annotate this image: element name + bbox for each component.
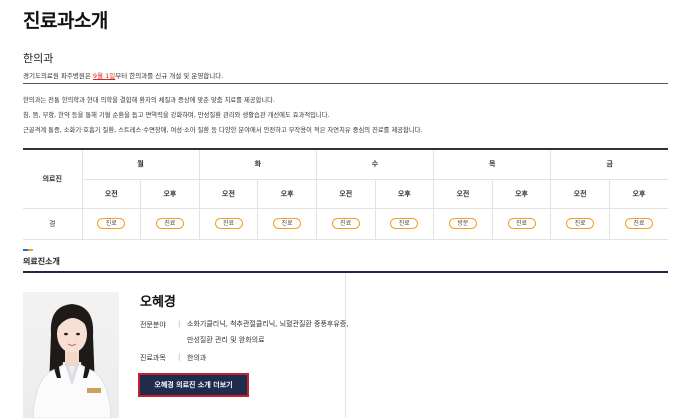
schedule-badge: 진료 [331, 218, 360, 229]
schedule-badge: 진료 [155, 218, 184, 229]
department-description-1: 한의과는 전통 한의학과 현대 의학을 결합해 환자의 체질과 증상에 맞춘 맞… [23, 97, 275, 104]
notice-suffix: 부터 한의과를 신규 개설 및 운영합니다. [115, 72, 224, 80]
info-separator: | [178, 353, 181, 361]
schedule-table: 의료진 월 화 수 목 금 오전 오후 오전 오후 오전 오후 오전 오후 오전… [23, 148, 669, 240]
page-title: 진료과소개 [23, 10, 108, 32]
schedule-doctor-name: 경 [23, 207, 82, 240]
schedule-day-header: 수 [315, 148, 434, 180]
schedule-pm-header: 오후 [491, 178, 551, 209]
schedule-badge: 진료 [97, 218, 126, 229]
schedule-am-header: 오전 [433, 178, 493, 209]
schedule-am-header: 오전 [550, 178, 610, 209]
section-accent-bar [23, 249, 33, 251]
schedule-badge: 진료 [507, 218, 536, 229]
notice-date: 9월 1일 [92, 72, 116, 80]
notice-divider [23, 83, 668, 84]
schedule-am-header: 오전 [198, 178, 258, 209]
staff-section-label: 의료진소개 [23, 257, 60, 266]
schedule-day-header: 월 [81, 148, 200, 180]
doctor-photo [23, 292, 119, 418]
schedule-day-header: 화 [198, 148, 317, 180]
department-description-2: 침, 뜸, 부항, 한약 등을 통해 기혈 순환을 돕고 면역력을 강화하며, … [23, 112, 330, 119]
department-title: 한의과 [23, 52, 54, 65]
department-value: 한의과 [187, 354, 207, 362]
schedule-day-header: 목 [433, 148, 551, 180]
schedule-badge: 진료 [566, 218, 595, 229]
schedule-badge: 진료 [273, 218, 302, 229]
table-row: 경 진료 진료 진료 진료 진료 진료 방문 진료 진료 진료 [23, 207, 669, 240]
schedule-pm-header: 오후 [140, 178, 200, 209]
specialty-label: 전문분야 [140, 321, 166, 329]
schedule-doctor-header: 의료진 [23, 148, 83, 209]
schedule-badge: 진료 [214, 218, 243, 229]
doctor-name: 오혜경 [140, 295, 176, 310]
department-description-3: 근골격계 통증, 소화기·호흡기 질환, 스트레스·수면장애, 여성·소아 질환… [23, 127, 423, 134]
schedule-badge: 진료 [390, 218, 419, 229]
info-separator: | [178, 320, 181, 328]
schedule-pm-header: 오후 [374, 178, 434, 209]
schedule-pm-header: 오후 [257, 178, 317, 209]
schedule-badge: 진료 [624, 218, 653, 229]
department-notice: 경기도의료원 파주병원은 9월 1일부터 한의과를 신규 개설 및 운영합니다. [23, 70, 223, 80]
schedule-am-header: 오전 [315, 178, 375, 209]
specialty-value: 소화기클리닉, 척추관절클리닉, 뇌혈관질환 중풍후유증, 만성질환 관리 및 … [187, 320, 349, 344]
doctor-more-button[interactable]: 오혜경 의료진 소개 더보기 [138, 373, 249, 397]
department-label: 진료과목 [140, 354, 166, 362]
schedule-am-header: 오전 [81, 178, 141, 209]
notice-prefix: 경기도의료원 파주병원은 [23, 72, 93, 80]
schedule-pm-header: 오후 [608, 178, 669, 209]
schedule-badge: 방문 [448, 218, 477, 229]
schedule-day-header: 금 [550, 148, 669, 180]
